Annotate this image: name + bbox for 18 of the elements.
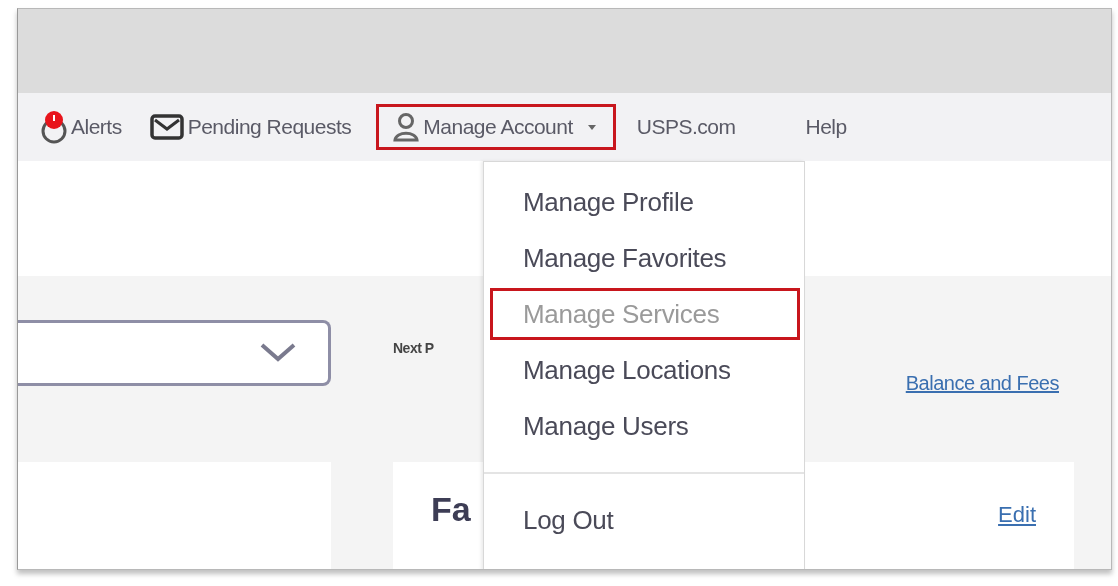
envelope-icon (149, 114, 184, 140)
menu-item[interactable]: Manage Profile (490, 176, 800, 228)
menu-item[interactable]: Manage Users (490, 400, 800, 452)
balance-and-fees-link[interactable]: Balance and Fees (905, 372, 1059, 395)
card-title: Fa (431, 490, 471, 530)
menu-item[interactable]: Manage Locations (490, 344, 800, 396)
dropdown-select[interactable] (18, 320, 331, 386)
nav-link[interactable]: Alerts (38, 104, 125, 150)
person-icon (393, 112, 420, 142)
log-out-item[interactable]: Log Out (490, 494, 800, 546)
menu-item[interactable]: Manage Favorites (490, 232, 800, 284)
next-label: Next P (393, 340, 434, 356)
edit-link[interactable]: Edit (998, 502, 1036, 569)
alert-bell-icon (41, 110, 67, 144)
nav-link[interactable]: Pending Requests (146, 104, 355, 150)
nav-link[interactable]: USPS.com (633, 104, 739, 150)
nav-link[interactable]: Help (802, 104, 850, 150)
nav-link[interactable]: Manage Account (376, 104, 616, 150)
